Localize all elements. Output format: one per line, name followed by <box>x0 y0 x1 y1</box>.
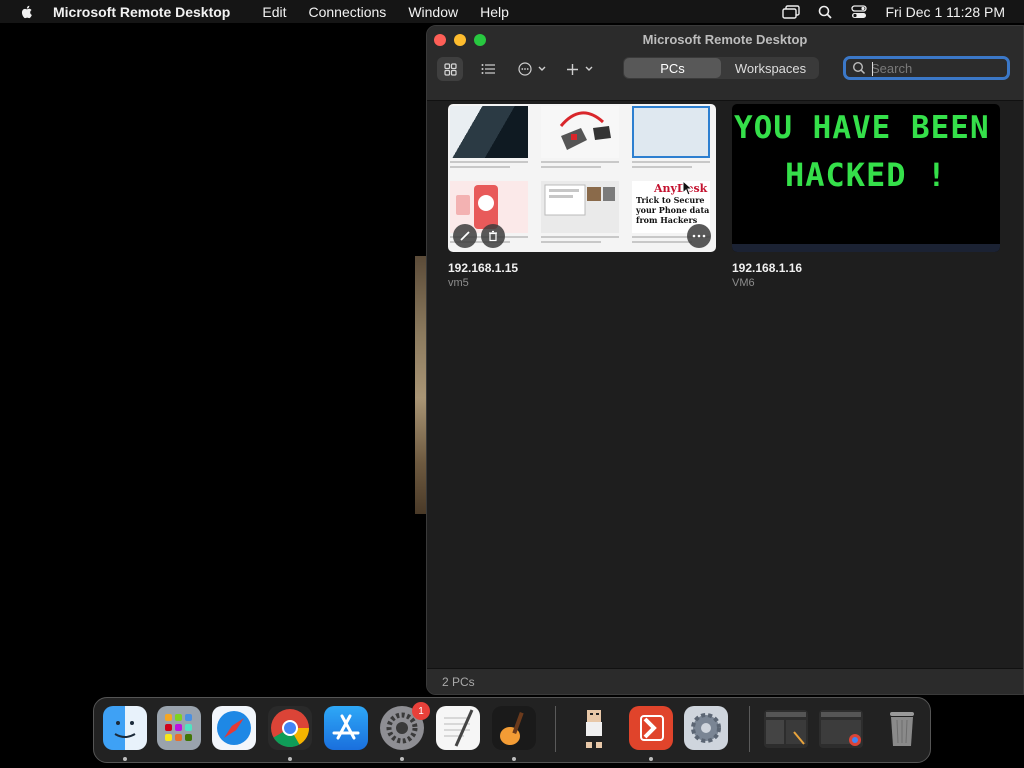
pc-thumbnail[interactable]: AnyDesk Trick to Secure your Phone data … <box>448 104 716 252</box>
grid-view-button[interactable] <box>437 57 463 81</box>
collage-tile <box>630 104 712 174</box>
notification-badge: 1 <box>412 702 430 720</box>
safari-icon[interactable] <box>212 706 256 750</box>
spotlight-search-icon[interactable] <box>815 4 835 20</box>
menu-app-name[interactable]: Microsoft Remote Desktop <box>53 4 230 20</box>
game-character-icon[interactable] <box>572 706 616 750</box>
running-indicator <box>123 757 127 761</box>
mouse-pointer-icon <box>682 180 694 196</box>
menu-connections[interactable]: Connections <box>308 4 386 20</box>
pencil-icon <box>460 231 470 241</box>
dock-separator <box>749 706 750 752</box>
windows-taskbar <box>732 244 1000 252</box>
pc-friendly-name: VM6 <box>732 277 755 289</box>
text-cursor <box>872 62 873 76</box>
chevron-down-icon <box>538 66 545 71</box>
running-indicator <box>649 757 653 761</box>
plus-icon <box>567 63 578 75</box>
pcs-workspaces-segmented-control: PCs Workspaces <box>623 57 819 79</box>
delete-pc-button[interactable] <box>481 224 505 248</box>
status-bar: 2 PCs <box>427 668 1023 694</box>
running-indicator <box>512 757 516 761</box>
hacked-screen-line2: HACKED ! <box>784 156 948 194</box>
pc-name: 192.168.1.15 <box>448 261 519 275</box>
settings-gear-icon[interactable] <box>684 706 728 750</box>
pc-name: 192.168.1.16 <box>732 261 803 275</box>
finder-icon[interactable] <box>103 706 147 750</box>
collage-tile <box>448 104 530 174</box>
pc-more-options-button[interactable] <box>687 224 711 248</box>
tab-pcs[interactable]: PCs <box>624 58 721 78</box>
screen-mirroring-icon[interactable] <box>781 4 801 20</box>
edit-pc-button[interactable] <box>453 224 477 248</box>
control-center-icon[interactable] <box>849 4 869 20</box>
menu-help[interactable]: Help <box>480 4 509 20</box>
tab-workspaces[interactable]: Workspaces <box>722 57 819 79</box>
list-icon <box>481 64 495 74</box>
remote-desktop-window: Microsoft Remote Desktop PCs Workspaces <box>426 25 1024 695</box>
window-preview-2[interactable] <box>819 710 863 748</box>
trash-icon <box>489 230 497 242</box>
apple-menu-icon[interactable] <box>19 4 35 20</box>
launchpad-icon[interactable] <box>157 706 201 750</box>
menu-clock[interactable]: Fri Dec 1 11:28 PM <box>885 4 1005 20</box>
app-store-icon[interactable] <box>324 706 368 750</box>
add-button[interactable] <box>563 57 597 81</box>
window-preview-1[interactable] <box>764 710 808 748</box>
collage-tile <box>539 104 621 174</box>
pc-count: 2 PCs <box>442 674 475 689</box>
pc-thumbnail[interactable]: YOU HAVE BEEN HACKED ! <box>732 104 1000 252</box>
chrome-icon[interactable] <box>268 706 312 750</box>
hacked-screen-line1: YOU HAVE BEEN <box>734 110 990 146</box>
ellipsis-circle-icon <box>517 62 532 76</box>
menu-bar: Microsoft Remote Desktop Edit Connection… <box>0 0 1024 23</box>
pcs-grid: AnyDesk Trick to Secure your Phone data … <box>427 101 1023 668</box>
ellipsis-icon <box>692 234 706 238</box>
anydesk-logo-text: AnyDesk <box>654 182 708 195</box>
pc-card-vm6[interactable]: YOU HAVE BEEN HACKED ! 192.168.1.16 VM6 <box>732 104 1002 289</box>
menu-edit[interactable]: Edit <box>262 4 286 20</box>
more-actions-button[interactable] <box>515 57 549 81</box>
grid-icon <box>443 62 457 76</box>
search-icon <box>852 61 866 75</box>
menu-window[interactable]: Window <box>408 4 458 20</box>
pc-friendly-name: vm5 <box>448 277 469 289</box>
chevron-down-icon <box>585 66 593 71</box>
textedit-icon[interactable] <box>436 706 480 750</box>
window-title: Microsoft Remote Desktop <box>642 32 808 47</box>
promo-text: Trick to Secure your Phone data from Hac… <box>636 195 710 225</box>
running-indicator <box>288 757 292 761</box>
trash-icon[interactable] <box>880 706 924 750</box>
collage-tile <box>539 179 621 249</box>
dock-separator <box>555 706 556 752</box>
dock: 1 <box>93 697 931 763</box>
window-titlebar: Microsoft Remote Desktop PCs Workspaces <box>427 26 1023 101</box>
search-field[interactable] <box>843 56 1010 80</box>
search-input[interactable] <box>871 60 1001 76</box>
remote-desktop-icon[interactable] <box>629 706 673 750</box>
pc-card-vm5[interactable]: AnyDesk Trick to Secure your Phone data … <box>448 104 718 289</box>
garageband-icon[interactable] <box>492 706 536 750</box>
list-view-button[interactable] <box>475 57 501 81</box>
running-indicator <box>400 757 404 761</box>
